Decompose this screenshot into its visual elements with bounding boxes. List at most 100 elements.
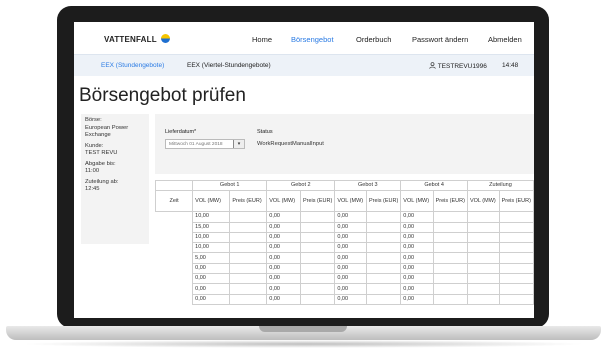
gebot-4-preis-cell[interactable] bbox=[432, 273, 468, 285]
gebot-2-preis-cell[interactable] bbox=[299, 252, 336, 264]
gebot-3-vol-cell[interactable]: 0,00 bbox=[334, 273, 367, 285]
gebot-3-vol-cell[interactable]: 0,00 bbox=[334, 242, 367, 254]
subnav-stundengebote[interactable]: EEX (Stundengebote) bbox=[101, 62, 164, 69]
gebot-3-preis-cell[interactable] bbox=[365, 252, 402, 264]
vol-column-header: VOL (MW) bbox=[400, 190, 434, 213]
gebot-3-preis-cell[interactable] bbox=[365, 283, 402, 295]
gebot-3-vol-cell[interactable]: 0,00 bbox=[334, 252, 367, 264]
zuteilung-header: Zuteilung bbox=[466, 179, 534, 192]
gebot-1-vol-cell[interactable]: 0,00 bbox=[192, 293, 231, 305]
table-corner-cell bbox=[154, 179, 194, 192]
gebot-4-preis-cell[interactable] bbox=[432, 211, 468, 223]
gebot-1-vol-cell[interactable]: 10,00 bbox=[192, 231, 231, 244]
gebot-2-preis-cell[interactable] bbox=[299, 283, 336, 295]
gebot-3-vol-cell[interactable]: 0,00 bbox=[334, 211, 367, 223]
kunde-label: Kunde: bbox=[85, 142, 104, 149]
gebot-3-vol-cell[interactable]: 0,00 bbox=[334, 231, 367, 244]
gebot-3-preis-cell[interactable] bbox=[365, 262, 402, 275]
gebot-4-vol-cell[interactable]: 0,00 bbox=[400, 211, 434, 223]
gebot-3-vol-cell[interactable]: 0,00 bbox=[334, 221, 367, 233]
gebot-1-preis-cell[interactable] bbox=[229, 252, 268, 264]
gebot-4-vol-cell[interactable]: 0,00 bbox=[400, 231, 434, 244]
gebot-3-preis-cell[interactable] bbox=[365, 293, 402, 305]
zuteilung-value: 12:45 bbox=[85, 186, 100, 192]
gebot-3-vol-cell[interactable]: 0,00 bbox=[334, 293, 367, 305]
gebot-3-vol-cell[interactable]: 0,00 bbox=[334, 262, 367, 275]
gebot-4-vol-cell[interactable]: 0,00 bbox=[400, 242, 434, 254]
bid-table: Gebot 1 Gebot 2 Gebot 3 Gebot 4 Zuteilun… bbox=[154, 179, 534, 305]
gebot-3-preis-cell[interactable] bbox=[365, 273, 402, 285]
gebot-2-vol-cell[interactable]: 0,00 bbox=[266, 273, 301, 285]
gebot-4-preis-cell[interactable] bbox=[432, 252, 468, 264]
gebot-4-vol-cell[interactable]: 0,00 bbox=[400, 283, 434, 295]
gebot-1-preis-cell[interactable] bbox=[229, 221, 268, 233]
gebot-4-preis-cell[interactable] bbox=[432, 221, 468, 233]
gebot-1-vol-cell[interactable]: 0,00 bbox=[192, 262, 231, 275]
gebot-4-preis-cell[interactable] bbox=[432, 293, 468, 305]
lieferdatum-select[interactable]: Mittwoch 01 August 2018 ▾ bbox=[165, 139, 245, 149]
gebot-4-vol-cell[interactable]: 0,00 bbox=[400, 293, 434, 305]
chevron-down-icon[interactable]: ▾ bbox=[233, 140, 244, 148]
gebot-2-vol-cell[interactable]: 0,00 bbox=[266, 221, 301, 233]
status-value: WorkRequestManualInput bbox=[257, 141, 324, 147]
gebot-3-preis-cell[interactable] bbox=[365, 211, 402, 223]
gebot-1-preis-cell[interactable] bbox=[229, 211, 268, 223]
gebot-4-preis-cell[interactable] bbox=[432, 262, 468, 275]
page-title: Börsengebot prüfen bbox=[79, 85, 246, 106]
vol-column-header: VOL (MW) bbox=[334, 190, 367, 213]
gebot-1-vol-cell[interactable]: 10,00 bbox=[192, 242, 231, 254]
gebot-4-preis-cell[interactable] bbox=[432, 231, 468, 244]
gebot-2-preis-cell[interactable] bbox=[299, 293, 336, 305]
gebot-4-preis-cell[interactable] bbox=[432, 242, 468, 254]
nav-passwort-aendern[interactable]: Passwort ändern bbox=[412, 35, 468, 44]
laptop-shadow bbox=[20, 340, 587, 348]
subnav-viertel-stundengebote[interactable]: EEX (Viertel-Stundengebote) bbox=[187, 62, 271, 69]
nav-boersengebot[interactable]: Börsengebot bbox=[291, 35, 334, 44]
gebot-1-preis-cell[interactable] bbox=[229, 283, 268, 295]
table-row: 07:000,000,000,000,00 bbox=[156, 283, 534, 295]
gebot-3-preis-cell[interactable] bbox=[365, 231, 402, 244]
gebot-2-preis-cell[interactable] bbox=[299, 262, 336, 275]
sub-navigation: EEX (Stundengebote) EEX (Viertel-Stunden… bbox=[74, 54, 534, 76]
gebot-2-preis-cell[interactable] bbox=[299, 242, 336, 254]
brand-logo[interactable]: VATTENFALL bbox=[104, 34, 171, 44]
gebot-2-preis-cell[interactable] bbox=[299, 221, 336, 233]
gebot-3-preis-cell[interactable] bbox=[365, 242, 402, 254]
gebot-2-preis-cell[interactable] bbox=[299, 273, 336, 285]
gebot-2-vol-cell[interactable]: 0,00 bbox=[266, 211, 301, 223]
gebot-2-vol-cell[interactable]: 0,00 bbox=[266, 242, 301, 254]
nav-abmelden[interactable]: Abmelden bbox=[488, 35, 522, 44]
gebot-3-vol-cell[interactable]: 0,00 bbox=[334, 283, 367, 295]
gebot-1-preis-cell[interactable] bbox=[229, 231, 268, 244]
gebot-1-preis-cell[interactable] bbox=[229, 242, 268, 254]
zeit-column-header: Zeit bbox=[154, 190, 194, 213]
zuteilung-preis-cell bbox=[498, 273, 534, 285]
nav-orderbuch[interactable]: Orderbuch bbox=[356, 35, 391, 44]
gebot-4-vol-cell[interactable]: 0,00 bbox=[400, 252, 434, 264]
user-info[interactable]: TESTREVU1996 bbox=[429, 62, 487, 70]
gebot-1-vol-cell[interactable]: 15,00 bbox=[192, 221, 231, 233]
gebot-4-vol-cell[interactable]: 0,00 bbox=[400, 262, 434, 275]
table-body: 00:0010,000,000,000,0001:0015,000,000,00… bbox=[156, 211, 534, 305]
gebot-1-vol-cell[interactable]: 5,00 bbox=[192, 252, 231, 264]
gebot-1-preis-cell[interactable] bbox=[229, 293, 268, 305]
gebot-2-vol-cell[interactable]: 0,00 bbox=[266, 252, 301, 264]
gebot-1-vol-cell[interactable]: 0,00 bbox=[192, 273, 231, 285]
gebot-4-vol-cell[interactable]: 0,00 bbox=[400, 221, 434, 233]
gebot-3-preis-cell[interactable] bbox=[365, 221, 402, 233]
gebot-1-vol-cell[interactable]: 0,00 bbox=[192, 283, 231, 295]
gebot-2-vol-cell[interactable]: 0,00 bbox=[266, 262, 301, 275]
gebot-2-preis-cell[interactable] bbox=[299, 211, 336, 223]
gebot-2-vol-cell[interactable]: 0,00 bbox=[266, 283, 301, 295]
gebot-1-preis-cell[interactable] bbox=[229, 273, 268, 285]
gebot-1-preis-cell[interactable] bbox=[229, 262, 268, 275]
gebot-2-vol-cell[interactable]: 0,00 bbox=[266, 231, 301, 244]
zuteilung-vol-cell bbox=[466, 262, 500, 275]
gebot-4-vol-cell[interactable]: 0,00 bbox=[400, 273, 434, 285]
gebot-2-vol-cell[interactable]: 0,00 bbox=[266, 293, 301, 305]
gebot-2-preis-cell[interactable] bbox=[299, 231, 336, 244]
gebot-4-preis-cell[interactable] bbox=[432, 283, 468, 295]
gebot-1-vol-cell[interactable]: 10,00 bbox=[192, 211, 231, 223]
gebot-1-header: Gebot 1 bbox=[192, 179, 268, 192]
nav-home[interactable]: Home bbox=[252, 35, 272, 44]
